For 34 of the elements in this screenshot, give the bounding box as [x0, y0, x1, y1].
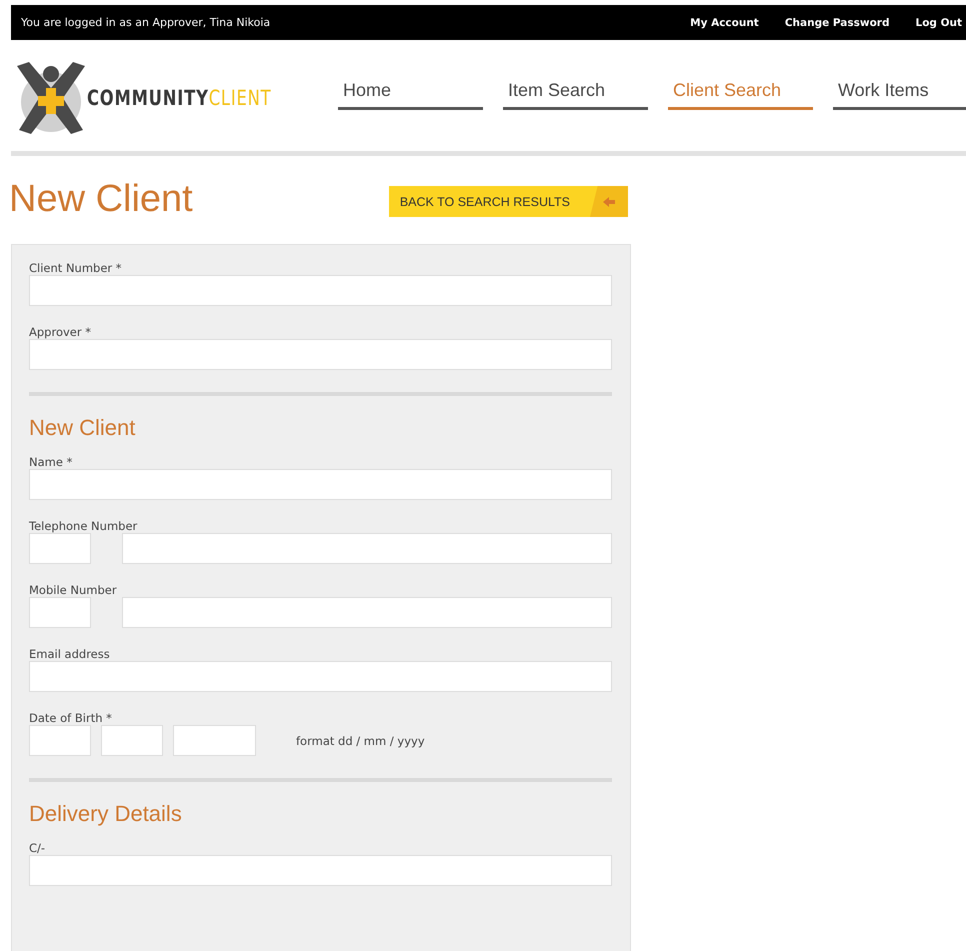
phone-field[interactable] — [122, 597, 612, 628]
page-title: New Client — [9, 178, 193, 221]
text-field[interactable] — [29, 661, 612, 692]
account-link[interactable]: Log Out — [916, 16, 962, 28]
field-label: Telephone Number — [29, 519, 138, 533]
logo-text: COMMUNITYCLIENT — [87, 86, 272, 110]
area-code-field[interactable] — [29, 533, 91, 564]
nav-tab[interactable]: Work Items — [833, 80, 966, 110]
area-code-field[interactable] — [29, 597, 91, 628]
month-field[interactable] — [101, 725, 163, 756]
arrow-left-icon — [603, 196, 615, 206]
account-link[interactable]: My Account — [690, 16, 759, 28]
text-field[interactable] — [29, 855, 612, 886]
field-label: Date of Birth * — [29, 711, 113, 725]
field-label: Mobile Number — [29, 583, 118, 597]
text-field[interactable] — [29, 275, 612, 306]
year-field[interactable] — [173, 725, 256, 756]
back-button[interactable]: BACK TO SEARCH RESULTS — [388, 186, 628, 217]
section-heading: Delivery Details — [29, 801, 183, 827]
phone-field[interactable] — [122, 533, 612, 564]
date-format-hint: format dd / mm / yyyy — [296, 734, 425, 748]
nav-tab[interactable]: Item Search — [503, 80, 648, 110]
field-label: C/- — [29, 841, 46, 855]
field-label: Email address — [29, 647, 111, 661]
field-label: Name * — [29, 455, 74, 469]
account-link[interactable]: Change Password — [784, 16, 890, 28]
text-field[interactable] — [29, 339, 612, 370]
login-status: You are logged in as an Approver, Tina Nikoia — [21, 16, 270, 29]
text-field[interactable] — [29, 469, 612, 500]
field-label: Approver * — [29, 325, 92, 339]
section-heading: New Client — [29, 415, 136, 441]
nav-tab[interactable]: Home — [338, 80, 483, 110]
day-field[interactable] — [29, 725, 91, 756]
field-label: Client Number * — [29, 261, 123, 275]
